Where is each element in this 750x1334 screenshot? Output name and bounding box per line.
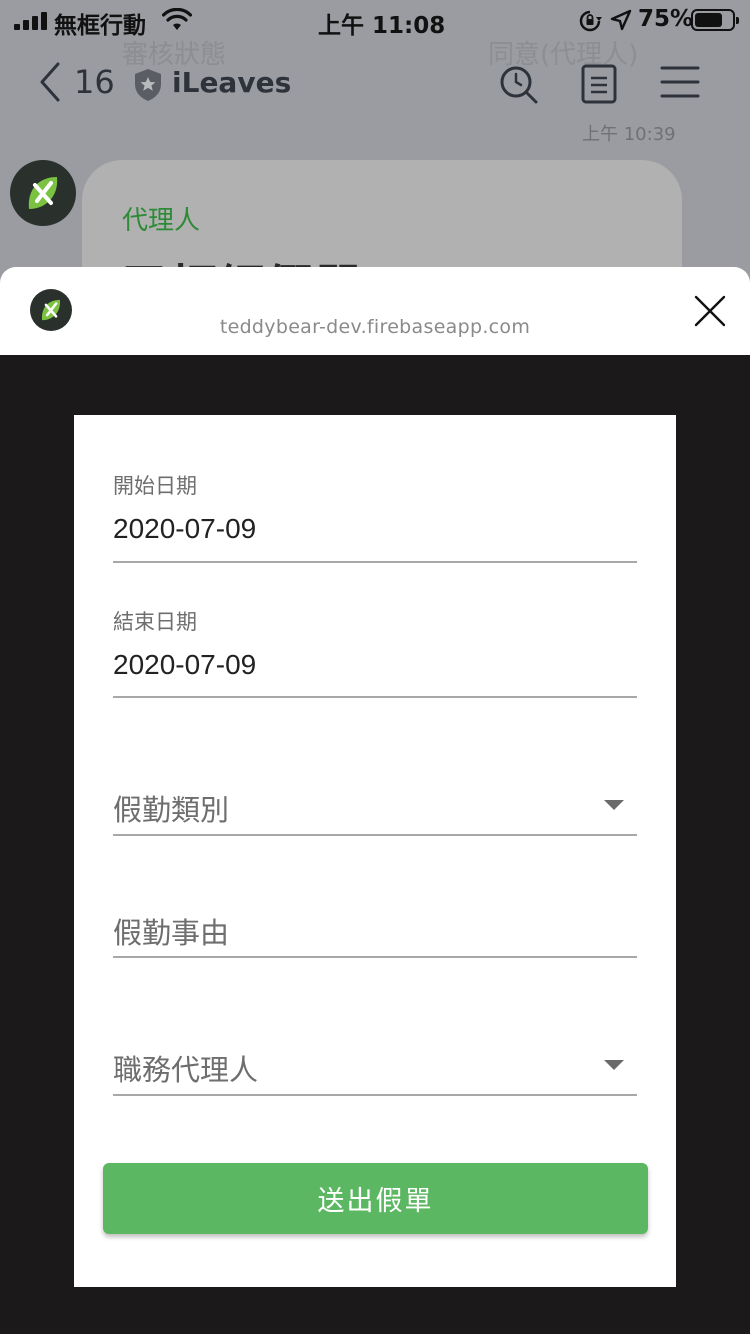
submit-leave-button[interactable]: 送出假單	[103, 1163, 648, 1234]
start-date-label: 開始日期	[113, 474, 197, 498]
wifi-icon	[162, 8, 192, 30]
chat-title: iLeaves	[172, 66, 292, 99]
notes-icon[interactable]	[581, 64, 617, 104]
bubble-sender: 代理人	[122, 206, 201, 236]
start-date-underline	[113, 561, 637, 563]
leave-form: 開始日期 2020-07-09 結束日期 2020-07-09 假勤類別 假勤事…	[74, 415, 676, 1287]
message-timestamp: 上午 10:39	[582, 124, 676, 145]
start-date-input[interactable]: 2020-07-09	[113, 513, 256, 545]
shield-icon	[135, 69, 161, 101]
menu-icon[interactable]	[660, 64, 700, 100]
leave-type-placeholder: 假勤類別	[113, 793, 230, 827]
deputy-placeholder: 職務代理人	[113, 1053, 259, 1087]
back-button[interactable]: 16	[38, 62, 115, 102]
leaf-logo-icon	[28, 177, 58, 209]
end-date-input[interactable]: 2020-07-09	[113, 649, 256, 681]
battery-percent: 75%	[638, 6, 694, 32]
leave-reason-underline	[113, 956, 637, 958]
status-bar: 無框行動 上午 11:08 75%	[0, 0, 750, 42]
back-chevron-icon	[40, 62, 60, 102]
location-icon	[610, 9, 632, 31]
dropdown-caret-icon	[604, 1060, 624, 1070]
bot-avatar[interactable]	[10, 160, 76, 226]
end-date-underline	[113, 696, 637, 698]
unread-count: 16	[74, 63, 115, 101]
battery-icon	[691, 9, 739, 31]
chat-nav-bar: 16 iLeaves	[0, 52, 750, 116]
dropdown-caret-icon	[604, 800, 624, 810]
leave-type-underline	[113, 834, 637, 836]
webview-header: teddybear-dev.firebaseapp.com	[0, 267, 750, 355]
deputy-underline	[113, 1094, 637, 1096]
site-url: teddybear-dev.firebaseapp.com	[219, 316, 531, 338]
chat-background: 審核狀態 同意(代理人) 無框行動 上午 11:08 75% 16 iLeave…	[0, 0, 750, 300]
clock: 上午 11:08	[318, 13, 446, 39]
orientation-lock-icon	[579, 10, 602, 32]
leave-reason-placeholder: 假勤事由	[113, 916, 230, 950]
signal-icon	[14, 12, 47, 30]
end-date-label: 結束日期	[113, 610, 197, 634]
close-icon[interactable]	[690, 291, 730, 331]
search-icon[interactable]	[498, 64, 540, 106]
carrier-name: 無框行動	[54, 13, 146, 39]
